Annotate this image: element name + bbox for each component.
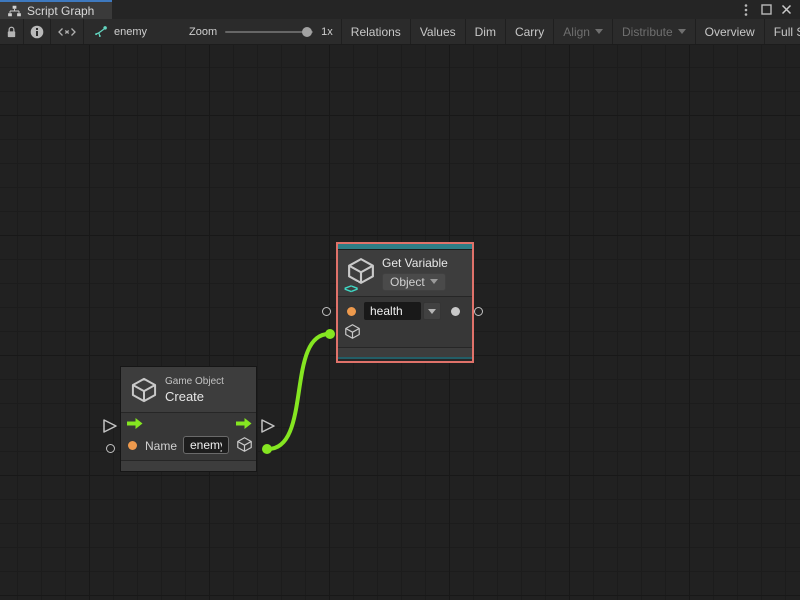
create-node-body: Name (121, 413, 256, 460)
value-input-port[interactable] (128, 441, 137, 450)
align-dropdown[interactable]: Align (554, 19, 613, 44)
zoom-control: Zoom 1x (161, 26, 341, 38)
node-footer (121, 461, 256, 471)
distribute-dropdown[interactable]: Distribute (613, 19, 696, 44)
kebab-menu-icon (744, 3, 748, 17)
carry-label: Carry (515, 25, 544, 39)
node-footer (338, 348, 472, 359)
node-game-object-create[interactable]: Game Object Create Name (120, 366, 257, 472)
flow-output-outer-port (262, 420, 274, 432)
dim-button[interactable]: Dim (466, 19, 506, 44)
distribute-label: Distribute (622, 25, 673, 39)
get-variable-right-outer-port[interactable] (474, 307, 483, 316)
graph-icon (94, 25, 108, 39)
overview-label: Overview (705, 25, 755, 39)
node-get-variable[interactable]: <> Get Variable Object (336, 242, 474, 363)
code-preview-button[interactable] (51, 19, 84, 44)
flow-input-arrow-icon[interactable] (126, 417, 143, 430)
scope-label: Object (390, 275, 425, 289)
toolbar-middle: enemy Zoom 1x (84, 19, 342, 44)
values-button[interactable]: Values (411, 19, 466, 44)
lock-icon (6, 25, 17, 39)
window-menu-button[interactable] (738, 2, 754, 18)
flow-input-outer-port (104, 420, 116, 432)
get-variable-left-outer-port[interactable] (322, 307, 331, 316)
carry-button[interactable]: Carry (506, 19, 554, 44)
close-button[interactable] (778, 2, 794, 18)
chevron-down-icon (595, 29, 603, 34)
wire-source-dot (262, 444, 272, 454)
get-variable-header: <> Get Variable Object (338, 250, 472, 296)
create-node-header: Game Object Create (121, 367, 256, 412)
value-input-port[interactable] (347, 307, 356, 316)
graph-name: enemy (114, 26, 147, 38)
graph-breadcrumb[interactable]: enemy (84, 25, 161, 39)
info-icon (30, 25, 44, 39)
inspector-button[interactable] (24, 19, 51, 44)
game-object-output-icon (236, 436, 253, 453)
game-object-input-icon (344, 323, 361, 340)
tab-title: Script Graph (27, 4, 94, 18)
variable-scope-dropdown[interactable]: Object (382, 273, 446, 291)
zoom-value: 1x (321, 26, 333, 38)
node-category: Game Object (165, 376, 224, 387)
node-title: Get Variable (382, 256, 448, 270)
overview-button[interactable]: Overview (696, 19, 765, 44)
script-graph-window: Script Graph (0, 0, 800, 600)
fullscreen-label: Full Screen (774, 25, 800, 39)
code-port-icon (57, 25, 77, 39)
variable-name-input[interactable] (364, 302, 421, 320)
align-label: Align (563, 25, 590, 39)
dim-label: Dim (475, 25, 496, 39)
chevron-down-icon (678, 29, 686, 34)
relations-button[interactable]: Relations (342, 19, 411, 44)
get-variable-body (338, 297, 472, 347)
value-output-port[interactable] (451, 307, 460, 316)
flow-output-arrow-icon[interactable] (235, 417, 252, 430)
graph-hierarchy-icon (7, 4, 22, 18)
name-field-label: Name (145, 439, 177, 453)
zoom-slider-handle[interactable] (302, 27, 312, 37)
chevron-down-icon (428, 309, 436, 314)
toolbar-buttons: Relations Values Dim Carry Align Distrib… (342, 19, 800, 44)
values-label: Values (420, 25, 456, 39)
tab-bar: Script Graph (0, 0, 800, 19)
node-title: Create (165, 389, 224, 404)
variable-picker-dropdown[interactable] (423, 302, 441, 320)
zoom-label: Zoom (189, 26, 217, 38)
code-angle-brackets-icon: <> (343, 282, 358, 295)
maximize-icon (761, 4, 772, 15)
game-object-cube-icon (130, 376, 158, 404)
lock-button[interactable] (0, 19, 24, 44)
relations-label: Relations (351, 25, 401, 39)
wire-target-dot (325, 329, 335, 339)
graph-canvas[interactable]: <> Get Variable Object (0, 45, 800, 600)
fullscreen-button[interactable]: Full Screen (765, 19, 800, 44)
name-input[interactable] (183, 436, 229, 454)
maximize-button[interactable] (758, 2, 774, 18)
create-left-value-outer-port[interactable] (106, 444, 115, 453)
tab-script-graph[interactable]: Script Graph (0, 0, 112, 19)
window-controls (738, 0, 800, 19)
connection-wire (267, 334, 330, 449)
graph-toolbar: enemy Zoom 1x Relations Values Dim Carry… (0, 19, 800, 45)
close-icon (781, 4, 792, 15)
zoom-slider[interactable] (225, 31, 313, 33)
chevron-down-icon (430, 279, 438, 284)
